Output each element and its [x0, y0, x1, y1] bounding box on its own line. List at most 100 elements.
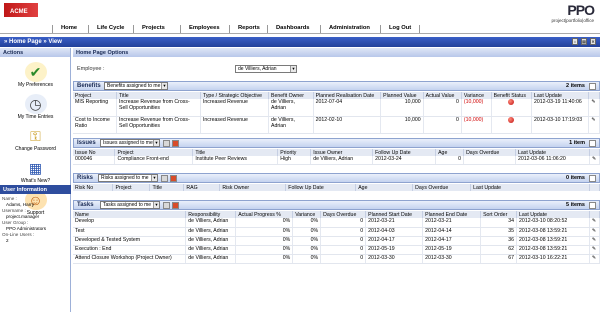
nav-administration[interactable]: Administration [320, 25, 370, 33]
col-variance[interactable]: Variance [461, 92, 492, 99]
col-spacer [589, 184, 600, 191]
table-row[interactable]: Developed & Tested System de Villiers, A… [73, 236, 600, 246]
col-days-overdue[interactable]: Days Overdue [320, 211, 367, 218]
export-icon[interactable] [589, 83, 596, 90]
col-responsibility[interactable]: Responsibility [185, 211, 237, 218]
nav-reports[interactable]: Reports [229, 25, 260, 33]
action-preferences[interactable]: ✔ My Preferences [0, 62, 71, 88]
col-benefit-status[interactable]: Benefit Status [491, 92, 532, 99]
nav-life-cycle[interactable]: Life Cycle [88, 25, 124, 33]
col-actual-progress[interactable]: Actual Progress % [235, 211, 294, 218]
nav-employees[interactable]: Employees [180, 25, 220, 33]
col-age[interactable]: Age [435, 149, 465, 156]
col-days-overdue[interactable]: Days Overdue [463, 149, 517, 156]
col-issue-no[interactable]: Issue No [73, 149, 116, 156]
table-row[interactable]: Attend Closure Workshop (Project Owner) … [73, 254, 600, 264]
clock-icon: ◷ [24, 94, 47, 114]
col-last-update[interactable]: Last Update [531, 92, 590, 99]
clear-filter-icon[interactable] [170, 175, 177, 182]
chevron-down-icon: ▼ [153, 140, 159, 146]
col-project[interactable]: Project [73, 92, 118, 99]
col-rag[interactable]: RAG [183, 184, 221, 191]
table-row[interactable]: Execution : End de Villiers, Adrian 0% 0… [73, 245, 600, 255]
col-planned-start[interactable]: Planned Start Date [365, 211, 424, 218]
clear-filter-icon[interactable] [172, 202, 179, 209]
cell-overdue [463, 156, 517, 165]
issues-filter-select[interactable]: Issues assigned to me ▼ [100, 139, 160, 147]
col-age[interactable]: Age [355, 184, 414, 191]
cell-name: Attend Closure Workshop (Project Owner) [73, 254, 187, 264]
col-planned-end[interactable]: Planned End Date [422, 211, 482, 218]
col-days-overdue[interactable]: Days Overdue [412, 184, 472, 191]
col-sort-order[interactable]: Sort Order [480, 211, 518, 218]
risks-table: Risk No Project Title RAG Risk Owner Fol… [73, 184, 600, 191]
nav-projects[interactable]: Projects [133, 25, 165, 33]
edit-icon[interactable]: ✎ [592, 156, 596, 162]
action-time-entries[interactable]: ◷ My Time Entries [0, 94, 71, 120]
col-project[interactable]: Project [112, 184, 151, 191]
edit-icon[interactable]: ✎ [591, 99, 595, 105]
action-change-password[interactable]: ⚿ Change Password [0, 126, 71, 152]
user-info: Name : Adams, Harry Username : project.m… [2, 196, 70, 244]
table-row[interactable]: MIS Reporting Increase Revenue from Cros… [73, 99, 600, 117]
tasks-count: 5 items [566, 202, 585, 208]
nav-home[interactable]: Home [52, 25, 77, 33]
edit-icon[interactable]: ✎ [592, 237, 596, 243]
col-planned-date[interactable]: Planned Realisation Date [313, 92, 382, 99]
export-icon[interactable] [589, 175, 596, 182]
table-row[interactable]: Test de Villiers, Adrian 0% 0% 0 2012-04… [73, 227, 600, 237]
col-risk-owner[interactable]: Risk Owner [219, 184, 287, 191]
app-header: ACME PPO project|portfolio|office [0, 0, 600, 24]
col-name[interactable]: Name [73, 211, 187, 218]
col-title[interactable]: Title [149, 184, 185, 191]
cell-title: Institute Peer Reviews [192, 156, 279, 165]
nav-log-out[interactable]: Log Out [380, 25, 421, 33]
print-icon[interactable]: ▤ [581, 38, 587, 45]
risks-filter-select[interactable]: Risks assigned to me ▼ [98, 174, 158, 182]
tasks-filter-select[interactable]: Tasks assigned to me ▼ [100, 201, 160, 209]
table-header-row: Risk No Project Title RAG Risk Owner Fol… [73, 184, 600, 191]
benefits-count: 2 items [566, 83, 585, 89]
col-last-update[interactable]: Last Update [470, 184, 590, 191]
news-icon: ▦ [24, 158, 47, 178]
action-whats-new[interactable]: ▦ What's New? [0, 158, 71, 184]
col-planned-value[interactable]: Planned Value [380, 92, 424, 99]
table-row[interactable]: Develop de Villiers, Adrian 0% 0% 0 2012… [73, 218, 600, 228]
edit-icon[interactable]: ✎ [592, 246, 596, 252]
table-row[interactable]: Cost to Income Ratio Increase Revenue fr… [73, 116, 600, 134]
edit-icon[interactable]: ✎ [592, 255, 596, 261]
benefits-filter-select[interactable]: Benefits assigned to me ▼ [104, 82, 168, 90]
export-icon[interactable] [589, 140, 596, 147]
cell-issue-no: 000046 [73, 156, 116, 165]
col-risk-no[interactable]: Risk No [73, 184, 114, 191]
close-icon[interactable]: ✕ [590, 38, 596, 45]
table-row[interactable]: 000046 Compliance Front-end Institute Pe… [73, 156, 600, 165]
col-last-update[interactable]: Last Update [516, 211, 590, 218]
preferences-icon: ✔ [24, 62, 47, 82]
col-project[interactable]: Project [114, 149, 194, 156]
col-actual-value[interactable]: Actual Value [423, 92, 462, 99]
clear-filter-icon[interactable] [172, 140, 179, 147]
filter-icon[interactable] [161, 175, 168, 182]
filter-icon[interactable] [163, 202, 170, 209]
nav-dashboards[interactable]: Dashboards [267, 25, 310, 33]
col-title[interactable]: Title [192, 149, 279, 156]
col-priority[interactable]: Priority [277, 149, 312, 156]
col-benefit-owner[interactable]: Benefit Owner [268, 92, 314, 99]
cell-start: 2012-05-19 [365, 245, 424, 255]
cell-end: 2012-03-30 [422, 254, 482, 264]
edit-icon[interactable]: ✎ [591, 117, 595, 123]
home-icon[interactable]: ⌂ [572, 38, 578, 45]
col-follow-up[interactable]: Follow Up Date [285, 184, 357, 191]
filter-icon[interactable] [163, 140, 170, 147]
col-title[interactable]: Title [116, 92, 201, 99]
col-variance[interactable]: Variance [292, 211, 322, 218]
edit-icon[interactable]: ✎ [592, 218, 596, 224]
col-issue-owner[interactable]: Issue Owner [310, 149, 374, 156]
employee-select[interactable]: de Villiers, Adrian ▼ [235, 65, 297, 73]
col-follow-up[interactable]: Follow Up Date [372, 149, 437, 156]
col-last-update[interactable]: Last Update [515, 149, 590, 156]
edit-icon[interactable]: ✎ [592, 228, 596, 234]
col-type[interactable]: Type / Strategic Objective [200, 92, 270, 99]
export-icon[interactable] [589, 202, 596, 209]
